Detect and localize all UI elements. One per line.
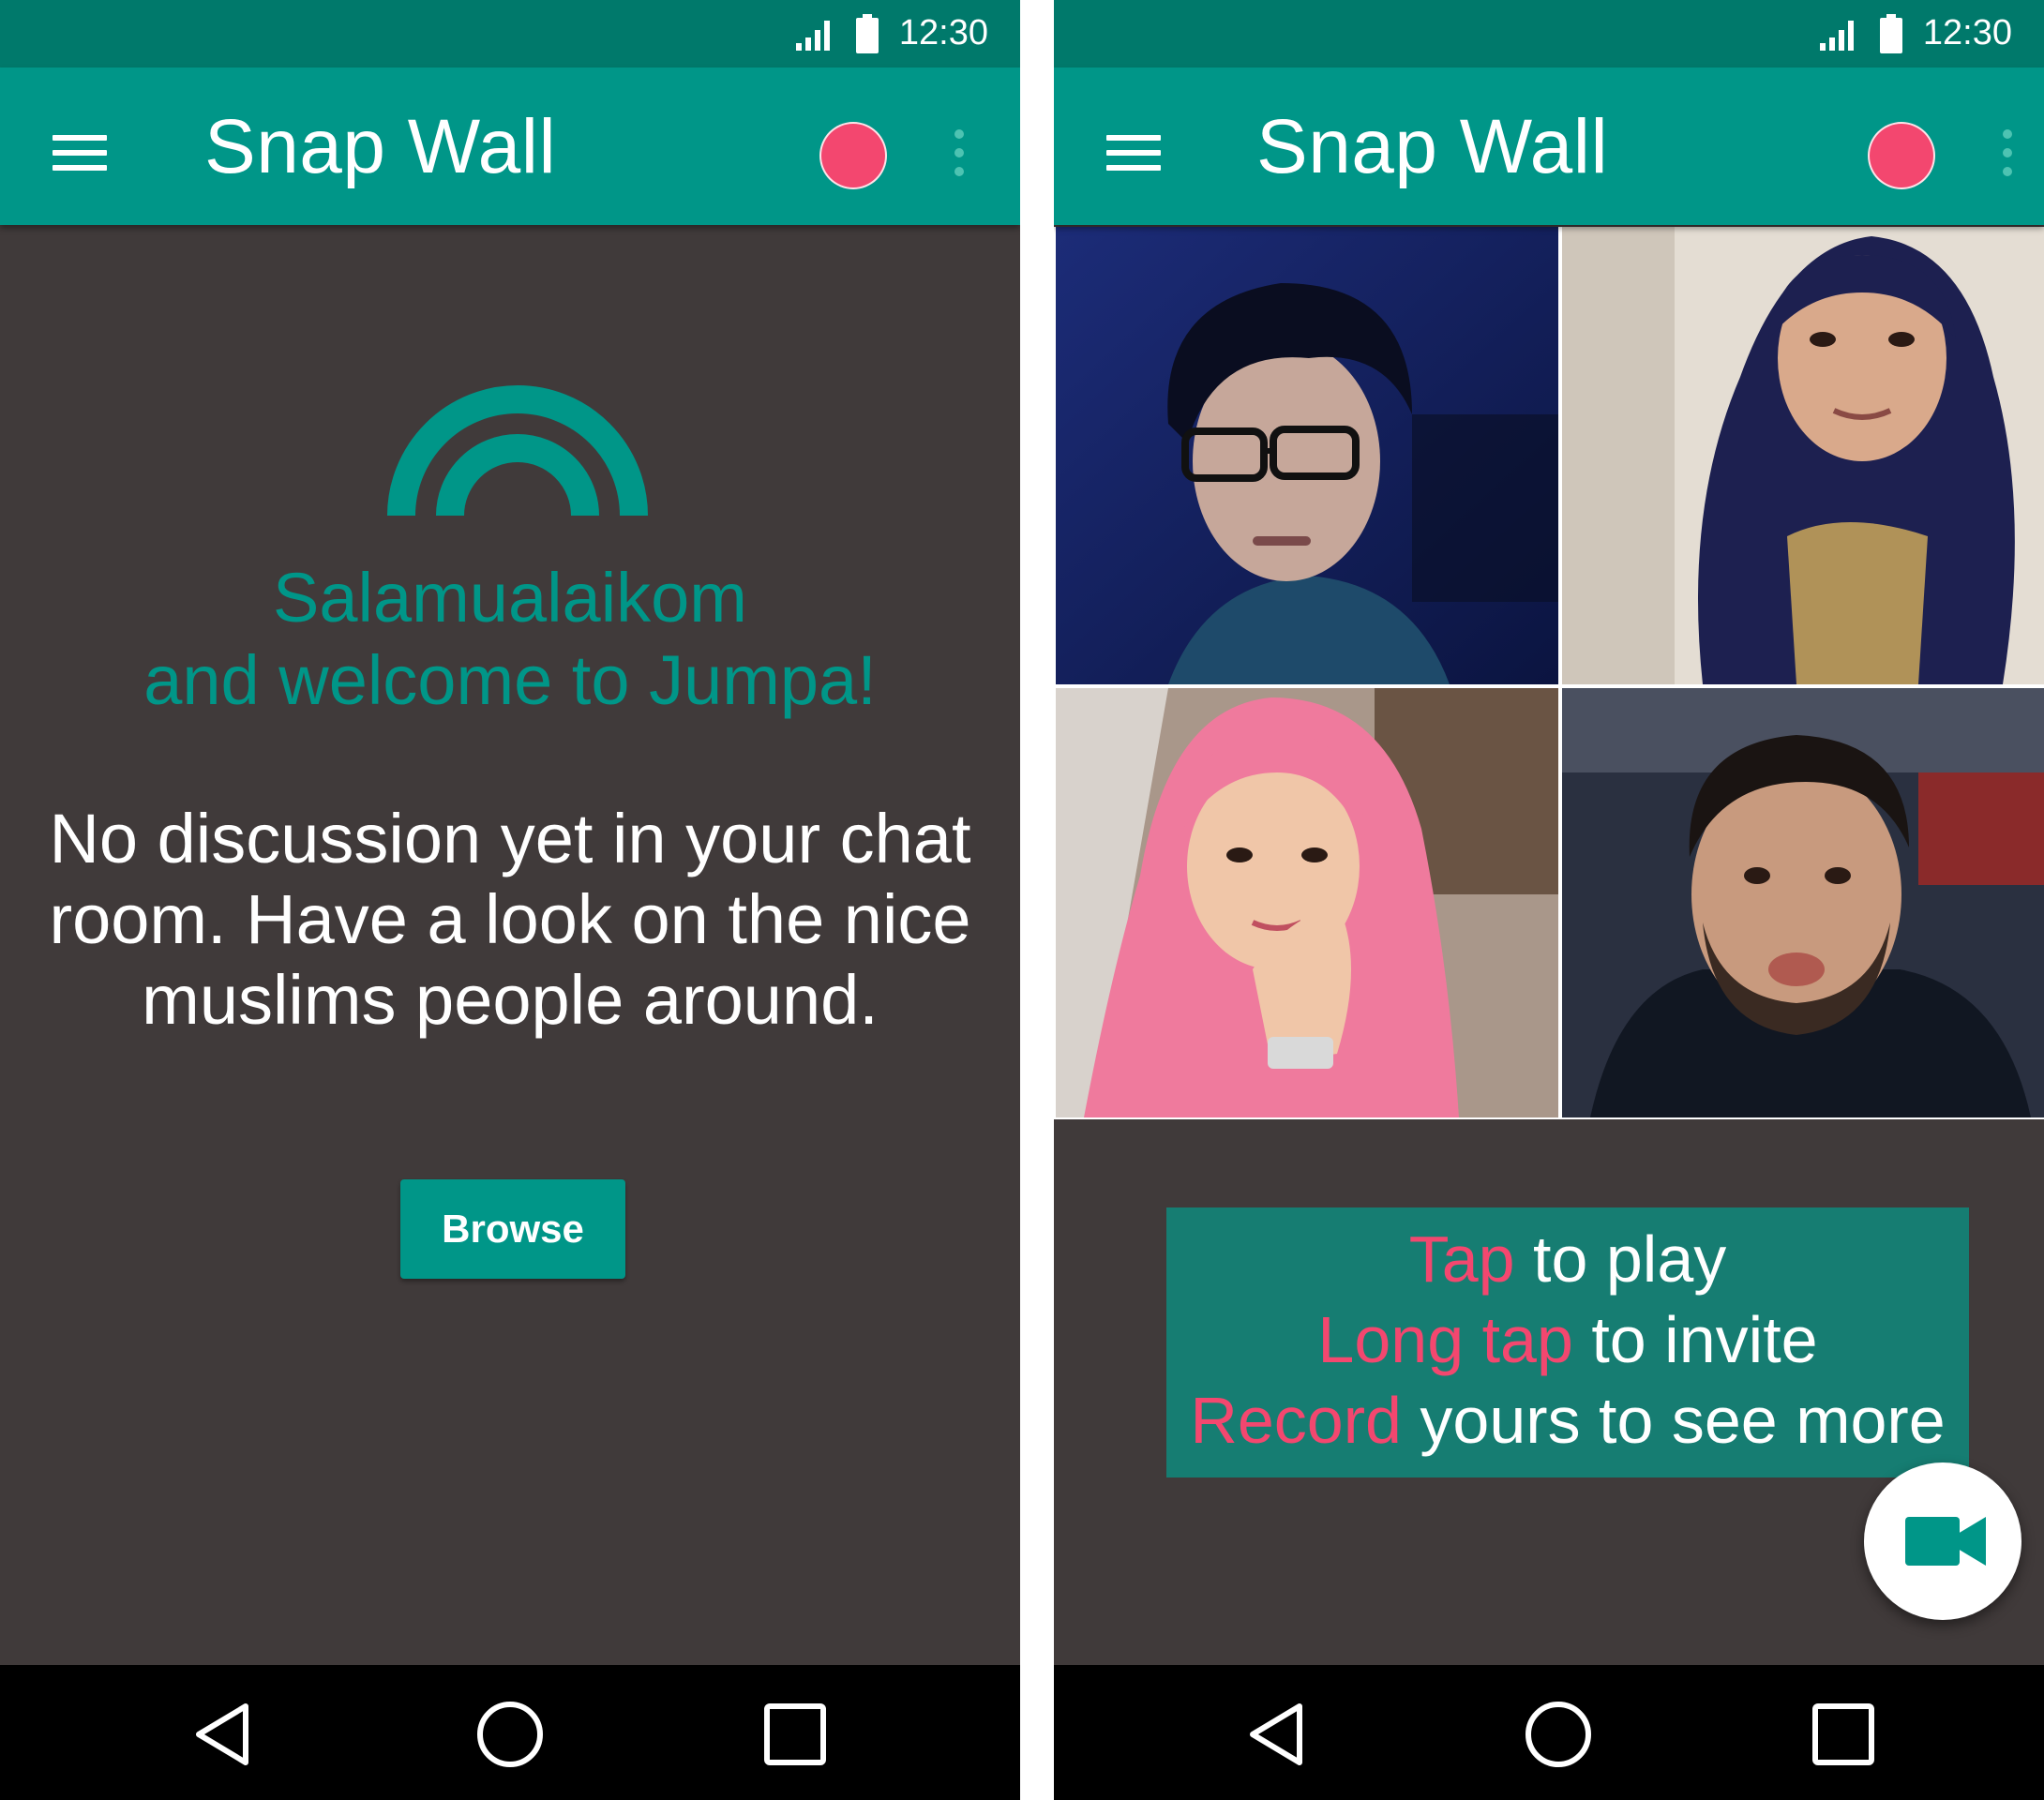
signal-icon	[1819, 20, 1854, 51]
record-video-button[interactable]	[1864, 1462, 2021, 1620]
hint-accent: Record	[1190, 1384, 1402, 1457]
snap-thumbnail-3[interactable]	[1056, 688, 1558, 1118]
more-options-icon[interactable]	[2001, 128, 2014, 180]
snap-hints: Tap to play Long tap to invite Record yo…	[1166, 1208, 1969, 1478]
hint-accent: Long tap	[1317, 1303, 1573, 1376]
navigation-bar	[1054, 1665, 2044, 1800]
videocam-icon	[1905, 1517, 1986, 1566]
hint-text: to invite	[1572, 1303, 1818, 1376]
snap-wall-screen: 12:30 Snap Wall Tap to play Long tap to …	[1054, 0, 2044, 1800]
recents-icon[interactable]	[759, 1699, 831, 1770]
hint-text: to play	[1514, 1222, 1727, 1296]
battery-icon	[855, 13, 879, 53]
status-bar: 12:30	[1054, 0, 2044, 68]
snap-photo	[1056, 227, 1558, 684]
jumpa-logo-icon	[387, 385, 648, 517]
record-button[interactable]	[819, 122, 887, 189]
status-time: 12:30	[898, 13, 988, 52]
back-icon[interactable]	[1241, 1699, 1313, 1770]
snap-thumbnail-2[interactable]	[1562, 227, 2044, 684]
empty-chat-message: No discussion yet in your chat room. Hav…	[38, 799, 983, 1041]
snap-grid	[1054, 227, 2044, 1119]
snap-photo	[1056, 688, 1558, 1118]
battery-icon	[1879, 13, 1902, 53]
menu-icon[interactable]	[1106, 131, 1161, 174]
snap-photo	[1562, 227, 2044, 684]
chat-empty-screen: 12:30 Snap Wall Salamualaikom and welcom…	[0, 0, 1020, 1800]
snap-photo	[1562, 688, 2044, 1118]
snap-thumbnail-4[interactable]	[1562, 688, 2044, 1118]
home-icon[interactable]	[474, 1699, 546, 1770]
app-toolbar: Snap Wall	[1054, 68, 2044, 225]
page-title: Snap Wall	[1256, 104, 1609, 189]
welcome-line-1: Salamualaikom	[273, 559, 747, 637]
back-icon[interactable]	[188, 1699, 259, 1770]
more-options-icon[interactable]	[953, 128, 966, 180]
browse-button[interactable]: Browse	[400, 1179, 625, 1279]
home-icon[interactable]	[1523, 1699, 1594, 1770]
hint-line-record: Record yours to see more	[1166, 1380, 1969, 1461]
menu-icon[interactable]	[53, 131, 107, 174]
navigation-bar	[0, 1665, 1020, 1800]
welcome-line-2: and welcome to Jumpa!	[143, 641, 877, 719]
empty-chat-line-2: room. Have a look on the nice	[49, 880, 971, 958]
hint-line-play: Tap to play	[1166, 1219, 1969, 1299]
hint-text: yours to see more	[1401, 1384, 1946, 1457]
hint-line-invite: Long tap to invite	[1166, 1299, 1969, 1380]
hint-accent: Tap	[1408, 1222, 1515, 1296]
empty-chat-line-1: No discussion yet in your chat	[49, 800, 971, 878]
record-button[interactable]	[1868, 122, 1935, 189]
empty-chat-line-3: muslims people around.	[142, 961, 879, 1039]
app-toolbar: Snap Wall	[0, 68, 1020, 225]
status-time: 12:30	[1922, 13, 2012, 52]
snap-thumbnail-1[interactable]	[1056, 227, 1558, 684]
signal-icon	[795, 20, 830, 51]
welcome-message: Salamualaikom and welcome to Jumpa!	[0, 557, 1020, 722]
status-bar: 12:30	[0, 0, 1020, 68]
recents-icon[interactable]	[1808, 1699, 1879, 1770]
page-title: Snap Wall	[204, 104, 557, 189]
